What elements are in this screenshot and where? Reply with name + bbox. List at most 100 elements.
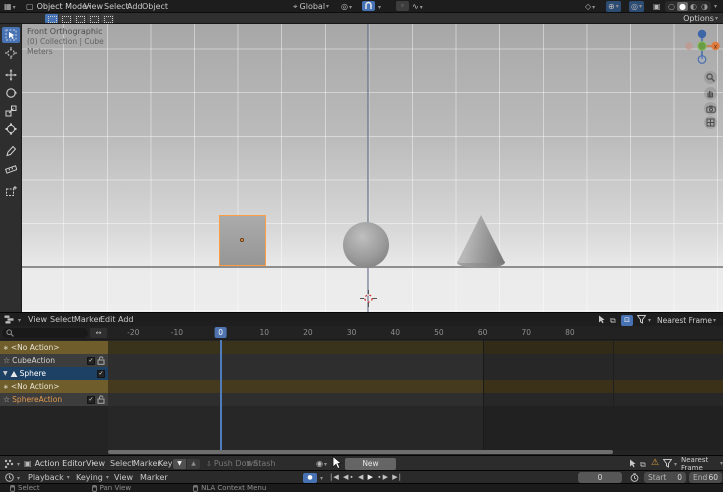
transform-tool[interactable] [2, 121, 20, 137]
cone-object[interactable] [457, 215, 505, 268]
jump-to-start-button[interactable]: |◀ [330, 473, 340, 481]
auto-snap-toggle[interactable]: ⊡ [621, 315, 633, 326]
end-frame-field[interactable]: End 60 [689, 472, 722, 483]
sphere-object[interactable] [343, 222, 389, 268]
camera-view-button[interactable] [704, 102, 717, 115]
rotate-tool[interactable] [2, 85, 20, 101]
prev-keyframe-button[interactable]: ◀∙ [343, 473, 355, 481]
select-mode-subtract-button[interactable] [73, 14, 86, 23]
snap-toggle[interactable] [362, 1, 375, 11]
falloff-dropdown[interactable]: ∿▾ [412, 2, 423, 13]
view-frame-icon[interactable]: ⧉ [610, 316, 616, 326]
editor-type-icon[interactable]: ▦▾ [4, 2, 16, 13]
snap-settings-dropdown[interactable]: ▾ [377, 2, 381, 13]
menu-object[interactable]: Object [140, 0, 170, 13]
timeline-editor-type-icon[interactable] [5, 473, 14, 482]
ae-snap-dropdown[interactable]: Nearest Frame▾ [681, 456, 723, 471]
current-frame-field[interactable]: 0 [578, 472, 622, 483]
nla-track-channel[interactable]: ∗ <No Action> [0, 380, 108, 393]
object-channel-sphere[interactable]: ▼ Sphere ✓ [0, 367, 108, 380]
add-primitive-tool[interactable] [2, 183, 20, 199]
3d-viewport[interactable]: Front Orthographic (0) Collection | Cube… [0, 24, 723, 312]
lock-icon[interactable] [97, 395, 105, 404]
proportional-edit-toggle[interactable]: ◦ [396, 1, 409, 11]
start-frame-field[interactable]: Start 0 [644, 472, 686, 483]
show-overlays-toggle[interactable]: ◎▾ [629, 1, 644, 12]
stash-button[interactable]: ⊼ Stash [246, 457, 275, 470]
ruler-tick[interactable]: 60 [478, 328, 488, 337]
select-mode-extend-button[interactable] [59, 14, 72, 23]
cursor-tool[interactable] [2, 45, 20, 61]
play-reverse-button[interactable]: ◀ [358, 473, 364, 481]
filter-icon[interactable] [663, 459, 672, 468]
nla-ruler[interactable]: ↔ -20 -10 0 10 20 30 40 50 60 70 80 [0, 326, 723, 340]
show-gizmos-toggle[interactable]: ⊕▾ [606, 1, 621, 12]
transform-orientation-dropdown[interactable]: ⌖ Global ▾ [293, 0, 329, 13]
new-action-button[interactable]: New [345, 458, 396, 470]
shading-rendered-button[interactable]: ◑ [699, 2, 710, 11]
ruler-tick[interactable]: 20 [303, 328, 313, 337]
playhead[interactable] [220, 340, 222, 450]
action-browse-icon[interactable]: ◉▾ [316, 459, 327, 470]
expand-triangle-icon[interactable]: ▼ [3, 370, 8, 377]
shading-solid-button[interactable]: ● [677, 2, 688, 11]
annotate-tool[interactable] [2, 143, 20, 159]
filter-icon[interactable] [637, 315, 646, 324]
perspective-toggle-button[interactable] [704, 116, 717, 129]
ae-select-cursor-icon[interactable] [629, 459, 637, 468]
browse-action-up-button[interactable]: ▲ [187, 459, 200, 469]
ruler-tick[interactable]: 10 [259, 328, 269, 337]
auto-keying-toggle[interactable]: ● [303, 473, 317, 483]
measure-tool[interactable] [2, 161, 20, 177]
keying-set-dropdown[interactable]: ▾ [320, 475, 323, 482]
nla-menu-edit[interactable]: Edit [98, 313, 118, 327]
move-tool[interactable] [2, 67, 20, 83]
ruler-tick[interactable]: -10 [171, 328, 183, 337]
shading-dropdown[interactable]: ▾ [714, 3, 717, 10]
current-frame-indicator[interactable]: 0 [214, 327, 227, 338]
ae-menu-key[interactable]: Key [156, 457, 175, 470]
preview-range-toggle[interactable] [630, 473, 639, 482]
select-mode-set-button[interactable] [45, 14, 58, 23]
channel-checkbox[interactable]: ✓ [97, 370, 105, 378]
ruler-tick[interactable]: 30 [347, 328, 357, 337]
ruler-tick[interactable]: 80 [565, 328, 575, 337]
filter-dropdown[interactable]: ▾ [648, 317, 651, 324]
action-channel-sphere[interactable]: ☆ SphereAction ✓ [0, 393, 108, 406]
select-mode-invert-button[interactable] [87, 14, 100, 23]
play-button[interactable]: ▶ [368, 473, 374, 481]
lock-icon[interactable] [97, 356, 105, 365]
channel-checkbox[interactable]: ✓ [87, 396, 95, 404]
ruler-tick[interactable]: 40 [390, 328, 400, 337]
channel-checkbox[interactable]: ✓ [87, 357, 95, 365]
options-dropdown[interactable]: Options▾ [683, 13, 718, 24]
nla-menu-view[interactable]: View [26, 313, 49, 327]
browse-action-down-button[interactable]: ▼ [173, 459, 186, 469]
nla-track-channel[interactable]: ∗ <No Action> [0, 341, 108, 354]
scale-tool[interactable] [2, 103, 20, 119]
nla-menu-add[interactable]: Add [116, 313, 136, 327]
cube-object[interactable] [219, 215, 266, 266]
filter-dropdown[interactable]: ▾ [674, 461, 677, 468]
shading-wireframe-button[interactable]: ○ [666, 2, 677, 11]
channel-search-input[interactable] [2, 328, 88, 338]
nla-snap-dropdown[interactable]: Nearest Frame▾ [657, 313, 716, 327]
ruler-tick[interactable]: 70 [521, 328, 531, 337]
nla-select-cursor-icon[interactable] [598, 315, 606, 324]
pan-hand-button[interactable] [704, 87, 717, 100]
ruler-tick[interactable]: -20 [127, 328, 139, 337]
xray-toggle[interactable]: ▣ [653, 2, 661, 12]
view-frame-icon[interactable]: ⧉ [640, 460, 646, 470]
ae-menu-view[interactable]: View [84, 457, 107, 470]
pivot-point-dropdown[interactable]: ◎▾ [341, 2, 352, 13]
horizontal-scrollbar[interactable] [108, 450, 613, 454]
expand-channels-button[interactable]: ↔ [90, 328, 107, 338]
jump-to-end-button[interactable]: ▶| [392, 473, 402, 481]
visibility-dropdown[interactable]: ◇▾ [585, 2, 595, 13]
ruler-tick[interactable]: 50 [434, 328, 444, 337]
navigation-gizmo[interactable]: x [684, 26, 720, 68]
select-mode-intersect-button[interactable] [101, 14, 114, 23]
select-box-tool[interactable] [2, 27, 20, 43]
action-channel-cube[interactable]: ☆ CubeAction ✓ [0, 354, 108, 367]
zoom-button[interactable] [704, 71, 717, 84]
